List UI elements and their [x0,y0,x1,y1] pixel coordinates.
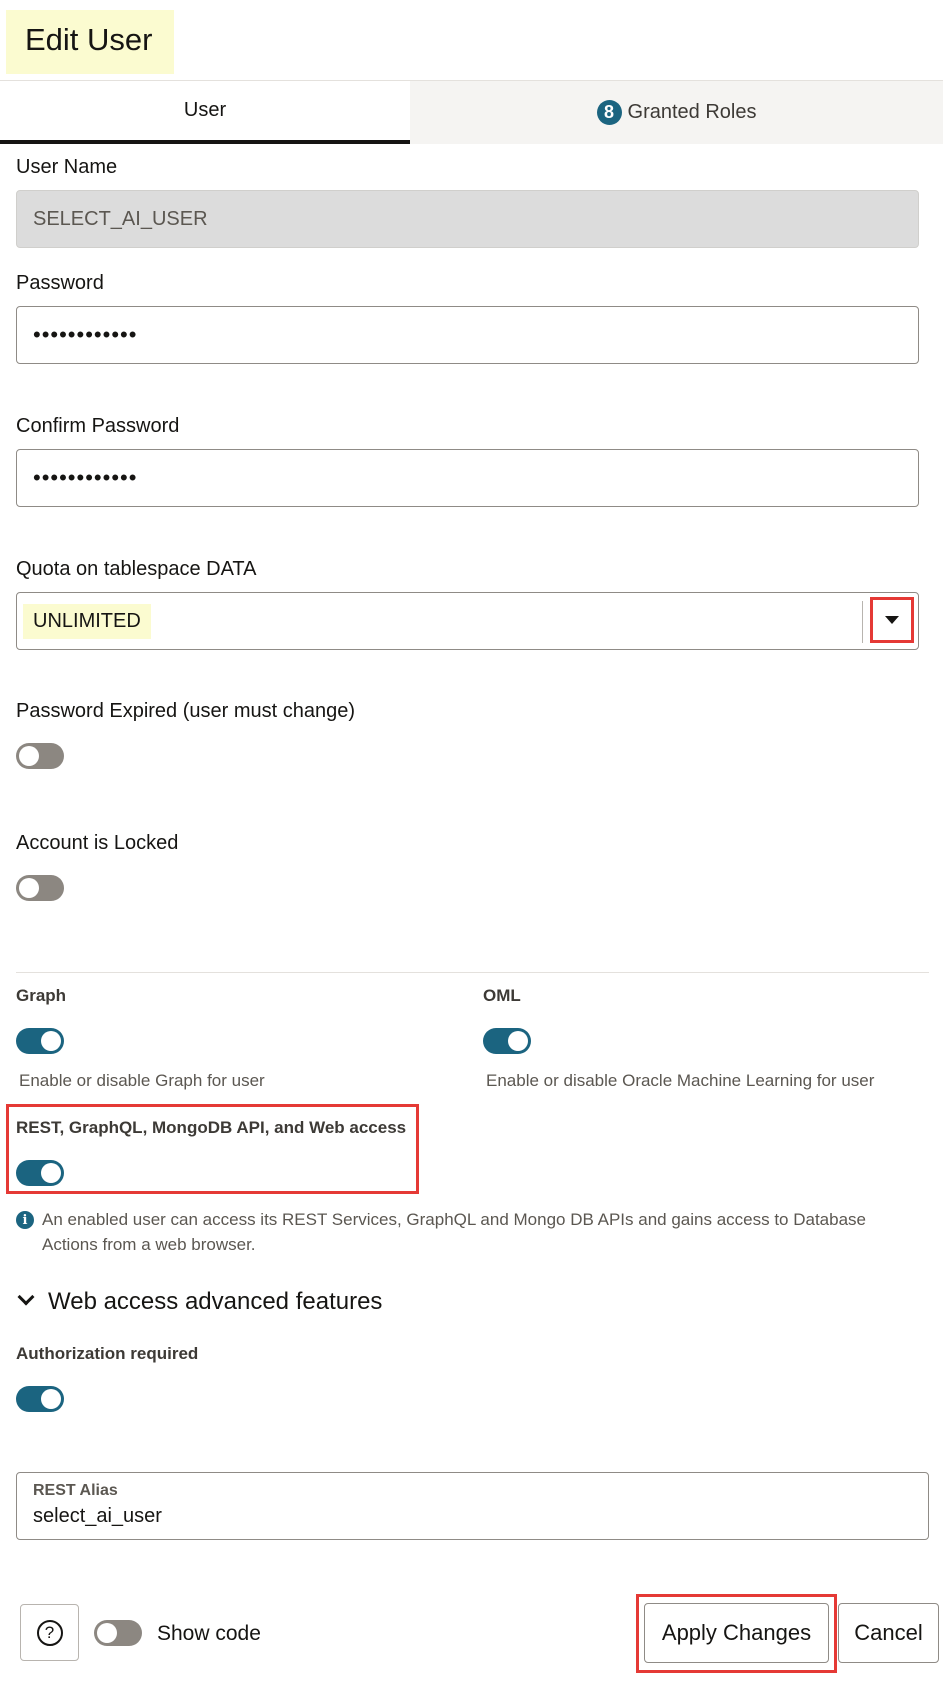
toggle-knob [97,1623,117,1643]
tab-granted-roles[interactable]: 8 Granted Roles [410,81,943,144]
password-value: •••••••••••• [33,322,138,347]
cancel-label: Cancel [854,1620,923,1645]
section-collapse-toggle[interactable] [17,1288,35,1306]
confirm-password-label: Confirm Password [16,415,180,437]
toggle-knob [41,1163,61,1183]
caret-down-icon [885,616,899,624]
user-name-value: SELECT_AI_USER [33,207,208,230]
toggle-knob [41,1389,61,1409]
oml-toggle[interactable] [483,1028,531,1054]
graph-toggle[interactable] [16,1028,64,1054]
rest-access-label: REST, GraphQL, MongoDB API, and Web acce… [16,1118,407,1137]
graph-label: Graph [16,986,67,1005]
rest-info-line-1: An enabled user can access its REST Serv… [42,1210,867,1229]
chevron-down-icon [17,1288,35,1306]
rest-alias-value: select_ai_user [33,1505,162,1527]
password-field[interactable]: •••••••••••• [16,306,919,364]
tab-user[interactable]: User [0,81,410,144]
advanced-section-title: Web access advanced features [48,1288,383,1315]
quota-dropdown-button[interactable] [870,597,914,643]
authorization-toggle[interactable] [16,1386,64,1412]
account-locked-toggle[interactable] [16,875,64,901]
show-code-label: Show code [157,1622,261,1645]
user-name-label: User Name [16,156,118,178]
quota-value: UNLIMITED [23,603,151,639]
apply-changes-label: Apply Changes [661,1620,812,1645]
help-button[interactable]: ? [20,1604,79,1661]
roles-count-badge: 8 [596,100,622,125]
rest-access-toggle[interactable] [16,1160,64,1186]
rest-alias-label: REST Alias [33,1482,118,1499]
oml-label: OML [483,986,521,1005]
apply-changes-button[interactable]: Apply Changes [644,1603,829,1663]
tab-user-label: User [183,99,227,121]
quota-label: Quota on tablespace DATA [16,558,257,580]
rest-info-line-2: Actions from a web browser. [42,1235,256,1254]
section-divider [16,972,929,973]
cancel-button[interactable]: Cancel [838,1603,939,1663]
toggle-knob [41,1031,61,1051]
oml-help-text: Enable or disable Oracle Machine Learnin… [486,1071,875,1090]
password-expired-toggle[interactable] [16,743,64,769]
toggle-knob [19,746,39,766]
tab-bar: User 8 Granted Roles [0,80,943,144]
graph-help-text: Enable or disable Graph for user [19,1071,265,1090]
toggle-knob [19,878,39,898]
quota-select[interactable]: UNLIMITED [16,592,919,650]
authorization-label: Authorization required [16,1344,199,1363]
show-code-toggle[interactable] [94,1620,142,1646]
password-expired-label: Password Expired (user must change) [16,700,356,722]
rest-alias-field[interactable]: REST Alias select_ai_user [16,1472,929,1540]
info-icon: i [16,1211,34,1229]
user-name-field: SELECT_AI_USER [16,190,919,248]
toggle-knob [508,1031,528,1051]
account-locked-label: Account is Locked [16,832,179,854]
tab-granted-roles-label: Granted Roles [627,101,757,123]
question-icon: ? [36,1619,63,1646]
password-label: Password [16,272,104,294]
page-title: Edit User [25,22,153,57]
dropdown-separator [862,601,863,643]
confirm-password-value: •••••••••••• [33,465,138,490]
confirm-password-field[interactable]: •••••••••••• [16,449,919,507]
